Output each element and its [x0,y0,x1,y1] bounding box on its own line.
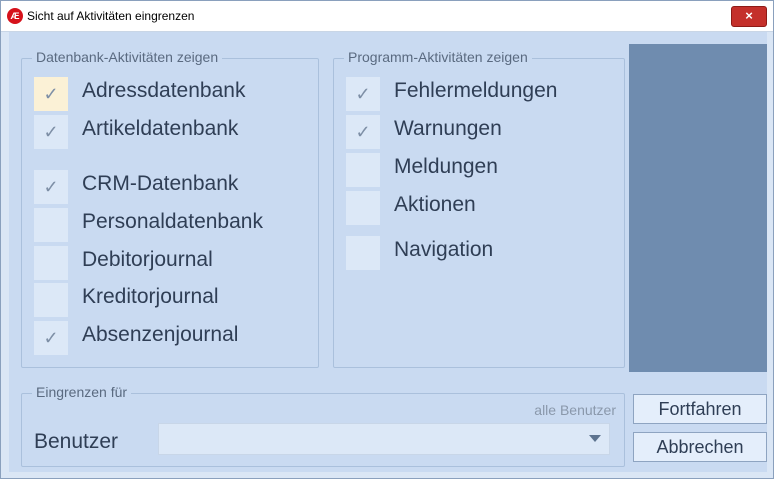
user-select[interactable] [158,423,610,455]
checkbox-absenzenjournal[interactable]: ✓ [34,321,68,355]
label-adressdatenbank: Adressdatenbank [82,79,246,102]
app-logo-icon: Æ [7,8,23,24]
label-absenzenjournal: Absenzenjournal [82,323,239,346]
dialog-window: Æ Sicht auf Aktivitäten eingrenzen × Dat… [0,0,774,479]
label-artikeldatenbank: Artikeldatenbank [82,117,239,140]
all-users-hint: alle Benutzer [534,402,616,418]
continue-button[interactable]: Fortfahren [633,394,767,424]
window-title: Sicht auf Aktivitäten eingrenzen [27,9,195,23]
checkbox-navigation[interactable] [346,236,380,270]
checkbox-personaldatenbank[interactable] [34,208,68,242]
dialog-body: Datenbank-Aktivitäten zeigen ✓ Adressdat… [9,32,767,472]
program-activities-group: Programm-Aktivitäten zeigen ✓ Fehlermeld… [333,49,625,368]
label-personaldatenbank: Personaldatenbank [82,210,263,233]
title-bar[interactable]: Æ Sicht auf Aktivitäten eingrenzen × [1,1,773,32]
checkbox-warnungen[interactable]: ✓ [346,115,380,149]
checkbox-artikeldatenbank[interactable]: ✓ [34,115,68,149]
checkbox-meldungen[interactable] [346,153,380,187]
restrict-for-group: Eingrenzen für alle Benutzer Benutzer [21,384,625,467]
side-panel [629,44,767,372]
label-kreditorjournal: Kreditorjournal [82,285,219,308]
program-activities-legend: Programm-Aktivitäten zeigen [344,49,532,65]
label-meldungen: Meldungen [394,155,498,178]
close-button[interactable]: × [731,6,767,27]
user-label: Benutzer [34,430,119,453]
cancel-button[interactable]: Abbrechen [633,432,767,462]
checkbox-aktionen[interactable] [346,191,380,225]
checkbox-fehlermeldungen[interactable]: ✓ [346,77,380,111]
checkbox-debitorjournal[interactable] [34,246,68,280]
checkbox-crm-datenbank[interactable]: ✓ [34,170,68,204]
label-crm-datenbank: CRM-Datenbank [82,172,239,195]
checkbox-adressdatenbank[interactable]: ✓ [34,77,68,111]
label-aktionen: Aktionen [394,193,476,216]
label-fehlermeldungen: Fehlermeldungen [394,79,558,102]
label-navigation: Navigation [394,238,494,261]
restrict-for-legend: Eingrenzen für [32,384,132,400]
checkbox-kreditorjournal[interactable] [34,283,68,317]
label-warnungen: Warnungen [394,117,502,140]
label-debitorjournal: Debitorjournal [82,248,213,271]
database-activities-group: Datenbank-Aktivitäten zeigen ✓ Adressdat… [21,49,319,368]
database-activities-legend: Datenbank-Aktivitäten zeigen [32,49,223,65]
chevron-down-icon[interactable] [589,435,601,442]
